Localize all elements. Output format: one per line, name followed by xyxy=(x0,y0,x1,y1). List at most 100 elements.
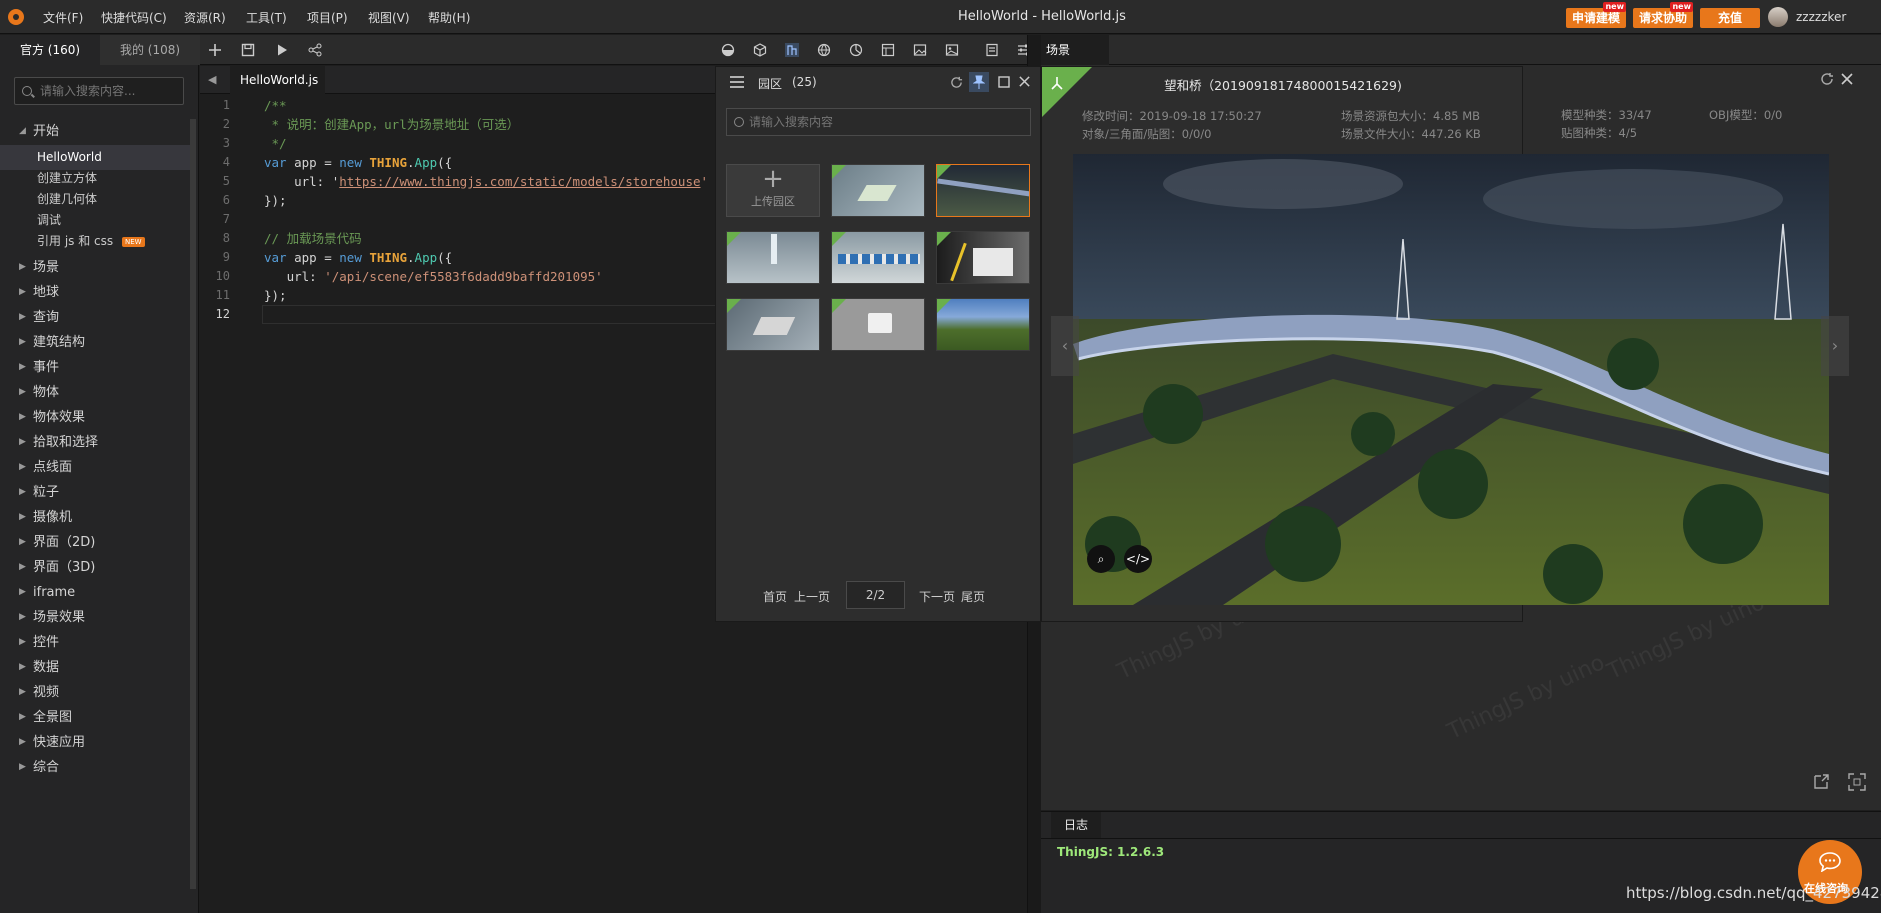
tree-group[interactable]: ▶ 地球 xyxy=(0,280,190,305)
menu-snippets[interactable]: 快捷代码(C) xyxy=(101,9,167,26)
code-line-8[interactable]: // 加载场景代码 xyxy=(264,229,362,248)
tab-helloworld-js[interactable]: HelloWorld.js xyxy=(230,66,325,94)
park-count: (25) xyxy=(792,75,817,89)
tree-group[interactable]: ▶ 建筑结构 xyxy=(0,330,190,355)
tree-group[interactable]: ▶ iframe xyxy=(0,580,190,605)
code-line-3[interactable]: */ xyxy=(264,134,287,153)
popout-icon[interactable] xyxy=(1811,772,1831,792)
code-line-4[interactable]: var app = new THING.App({ xyxy=(264,153,452,172)
menu-tools[interactable]: 工具(T) xyxy=(246,9,287,26)
menu-help[interactable]: 帮助(H) xyxy=(428,9,470,26)
zoom-search-icon[interactable]: ⌕ xyxy=(1087,545,1115,573)
environment-icon[interactable] xyxy=(721,43,735,57)
tree-group[interactable]: ▶ 物体效果 xyxy=(0,405,190,430)
picture-icon[interactable] xyxy=(913,43,927,57)
tree-group[interactable]: ▶ 场景 xyxy=(0,255,190,280)
layout-icon[interactable] xyxy=(881,43,895,57)
code-line-10[interactable]: url: '/api/scene/ef5583f6dadd9baffd20109… xyxy=(264,267,603,286)
park-thumbnail[interactable] xyxy=(726,298,820,351)
next-scene-icon[interactable]: › xyxy=(1821,316,1849,376)
code-line-9[interactable]: var app = new THING.App({ xyxy=(264,248,452,267)
tree-group[interactable]: ▶ 物体 xyxy=(0,380,190,405)
park-thumbnail[interactable] xyxy=(831,231,925,284)
menu-resources[interactable]: 资源(R) xyxy=(184,9,226,26)
image-icon[interactable] xyxy=(945,43,959,57)
tree-group[interactable]: ▶ 综合 xyxy=(0,755,190,780)
park-search-input[interactable] xyxy=(749,114,1019,130)
pager-first[interactable]: 首页 xyxy=(763,588,787,605)
park-thumbnail[interactable] xyxy=(831,298,925,351)
tab-log[interactable]: 日志 xyxy=(1051,812,1101,838)
tree-group[interactable]: ▶ 数据 xyxy=(0,655,190,680)
sidebar-search-input[interactable] xyxy=(40,83,180,99)
tree-item-example[interactable]: 引用 js 和 css NEW xyxy=(0,229,190,254)
tree-group[interactable]: ▶ 点线面 xyxy=(0,455,190,480)
tree-group[interactable]: ▶ 事件 xyxy=(0,355,190,380)
park-thumbnail[interactable] xyxy=(936,298,1030,351)
tab-scene[interactable]: 场景 xyxy=(1041,35,1109,65)
pager-last[interactable]: 尾页 xyxy=(961,588,985,605)
tree-group[interactable]: ▶ 场景效果 xyxy=(0,605,190,630)
request-help-button[interactable]: 请求协助 new xyxy=(1633,2,1693,28)
building-icon[interactable] xyxy=(785,43,799,57)
menu-file[interactable]: 文件(F) xyxy=(43,9,83,26)
cube-icon[interactable] xyxy=(753,43,767,57)
share-icon[interactable] xyxy=(308,43,322,57)
pin-button[interactable] xyxy=(969,72,989,92)
tree-group[interactable]: ▶ 控件 xyxy=(0,630,190,655)
refresh-icon[interactable] xyxy=(950,76,963,89)
code-line-5[interactable]: url: 'https://www.thingjs.com/static/mod… xyxy=(264,172,708,191)
tree-group[interactable]: ▶ 快速应用 xyxy=(0,730,190,755)
apply-model-button[interactable]: 申请建模 new xyxy=(1566,2,1626,28)
tree-group-label: 快速应用 xyxy=(33,735,86,750)
list-menu-icon[interactable] xyxy=(730,76,744,88)
menu-view[interactable]: 视图(V) xyxy=(368,9,410,26)
menu-project[interactable]: 项目(P) xyxy=(307,9,348,26)
maximize-icon[interactable] xyxy=(998,76,1010,88)
username[interactable]: zzzzzker xyxy=(1796,10,1846,24)
tree-group[interactable]: ▶ 界面（3D) xyxy=(0,555,190,580)
tab-official[interactable]: 官方 (160) xyxy=(0,35,100,65)
chart-icon[interactable] xyxy=(849,43,863,57)
sidebar-scrollbar[interactable] xyxy=(190,119,196,889)
park-thumbnail-selected[interactable] xyxy=(936,164,1030,217)
tabs-scroll-left-icon[interactable]: ◀ xyxy=(208,73,216,86)
globe-icon[interactable] xyxy=(817,43,831,57)
tree-group[interactable]: ▶ 视频 xyxy=(0,680,190,705)
code-icon[interactable]: </> xyxy=(1124,545,1152,573)
park-thumbnail[interactable] xyxy=(936,231,1030,284)
sidebar-search[interactable] xyxy=(14,77,184,105)
prev-scene-icon[interactable]: ‹ xyxy=(1051,316,1079,376)
refresh-icon[interactable] xyxy=(1820,72,1834,86)
notes-icon[interactable] xyxy=(985,43,999,57)
code-url-link[interactable]: https://www.thingjs.com/static/models/st… xyxy=(339,174,700,189)
pager-current-input[interactable]: 2/2 xyxy=(846,581,905,609)
pager-next[interactable]: 下一页 xyxy=(919,588,955,605)
tree-group[interactable]: ▶ 界面（2D) xyxy=(0,530,190,555)
close-icon[interactable] xyxy=(1018,75,1031,88)
park-thumbnail[interactable] xyxy=(831,164,925,217)
tree-group[interactable]: ▶ 粒子 xyxy=(0,480,190,505)
recharge-button[interactable]: 充值 xyxy=(1700,8,1760,28)
code-line-2[interactable]: * 说明：创建App，url为场景地址（可选） xyxy=(264,115,520,134)
tree-group[interactable]: ▶ 全景图 xyxy=(0,705,190,730)
pager-prev[interactable]: 上一页 xyxy=(794,588,830,605)
save-icon[interactable] xyxy=(241,43,255,57)
park-search[interactable] xyxy=(726,108,1031,136)
fullscreen-icon[interactable] xyxy=(1847,772,1867,792)
run-icon[interactable] xyxy=(275,43,289,57)
tree-group-start[interactable]: ◢ 开始 xyxy=(0,119,190,144)
tree-group[interactable]: ▶ 拾取和选择 xyxy=(0,430,190,455)
tree-group[interactable]: ▶ 查询 xyxy=(0,305,190,330)
add-icon[interactable] xyxy=(208,43,222,57)
code-line-11[interactable]: }); xyxy=(264,286,287,305)
upload-park-tile[interactable]: + 上传园区 xyxy=(726,164,820,217)
close-icon[interactable] xyxy=(1840,72,1854,86)
code-text: app = xyxy=(286,250,340,265)
code-line-1[interactable]: /** xyxy=(264,96,287,115)
code-line-6[interactable]: }); xyxy=(264,191,287,210)
tree-group[interactable]: ▶ 摄像机 xyxy=(0,505,190,530)
park-thumbnail[interactable] xyxy=(726,231,820,284)
avatar[interactable] xyxy=(1768,7,1788,27)
tab-mine[interactable]: 我的 (108) xyxy=(100,35,200,65)
